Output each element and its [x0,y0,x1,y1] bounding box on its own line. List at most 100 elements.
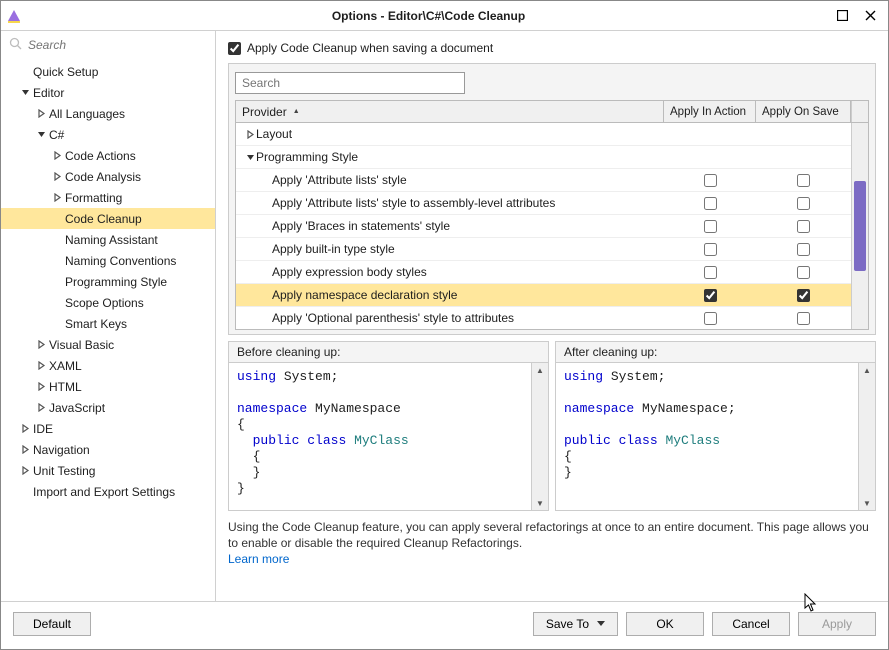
maximize-button[interactable] [828,5,856,27]
after-scrollbar[interactable]: ▲▼ [858,363,875,510]
sidebar-item[interactable]: Programming Style [1,271,215,292]
apply-in-action-checkbox[interactable] [704,312,717,325]
apply-in-action-checkbox[interactable] [704,289,717,302]
apply-on-save-checkbox[interactable]: Apply Code Cleanup when saving a documen… [228,39,876,57]
provider-row[interactable]: Apply 'Attribute lists' style to assembl… [236,192,851,215]
apply-on-save-checkbox[interactable] [797,174,810,187]
sidebar-item-label: Unit Testing [33,464,95,478]
app-icon [5,7,23,25]
expand-arrow-icon [19,423,31,435]
provider-label: Apply namespace declaration style [272,288,457,302]
apply-on-save-checkbox[interactable] [797,197,810,210]
sidebar-item[interactable]: XAML [1,355,215,376]
provider-scrollbar[interactable] [851,123,868,329]
sidebar-item-label: Import and Export Settings [33,485,175,499]
apply-in-action-checkbox[interactable] [704,174,717,187]
sidebar-item-label: Naming Conventions [65,254,176,268]
provider-search-input[interactable] [235,72,465,94]
footer-text: Using the Code Cleanup feature, you can … [228,520,869,550]
sidebar-item[interactable]: Naming Assistant [1,229,215,250]
after-title: After cleaning up: [556,342,875,362]
learn-more-link[interactable]: Learn more [228,552,289,566]
apply-button[interactable]: Apply [798,612,876,636]
sidebar-item[interactable]: Visual Basic [1,334,215,355]
header-provider[interactable]: Provider▲ [236,101,664,122]
provider-group-row[interactable]: Layout [236,123,851,146]
sidebar-item-label: Navigation [33,443,90,457]
cancel-button[interactable]: Cancel [712,612,790,636]
expand-arrow-icon [35,129,47,141]
sidebar-item[interactable]: All Languages [1,103,215,124]
options-tree[interactable]: Quick Setup Editor All LanguagesC# Code Act… [1,59,215,601]
sidebar-item[interactable]: Navigation [1,439,215,460]
sidebar-item[interactable]: Code Cleanup [1,208,215,229]
sidebar-item-label: Naming Assistant [65,233,158,247]
provider-row[interactable]: Apply 'Optional parenthesis' style to at… [236,307,851,329]
provider-label: Apply built-in type style [272,242,395,256]
expand-arrow-icon [19,66,31,78]
sidebar-item[interactable]: Import and Export Settings [1,481,215,502]
provider-row[interactable]: Apply namespace declaration style [236,284,851,307]
provider-row[interactable]: Apply built-in type style [236,238,851,261]
sidebar-item-label: Smart Keys [65,317,127,331]
sidebar-item[interactable]: Naming Conventions [1,250,215,271]
sidebar-item[interactable]: JavaScript [1,397,215,418]
sidebar-item[interactable]: HTML [1,376,215,397]
search-icon [9,37,25,53]
apply-on-save-label: Apply Code Cleanup when saving a documen… [247,41,493,55]
apply-in-action-checkbox[interactable] [704,266,717,279]
provider-group-row[interactable]: Programming Style [236,146,851,169]
provider-label: Apply 'Optional parenthesis' style to at… [272,311,514,325]
sidebar-search-input[interactable] [28,38,207,52]
sidebar-item[interactable]: Scope Options [1,292,215,313]
default-button[interactable]: Default [13,612,91,636]
sidebar-item[interactable]: C# [1,124,215,145]
apply-on-save-checkbox[interactable] [797,243,810,256]
sidebar-item[interactable]: Editor [1,82,215,103]
apply-in-action-checkbox[interactable] [704,220,717,233]
apply-in-action-checkbox[interactable] [704,197,717,210]
apply-on-save-checkbox[interactable] [797,312,810,325]
sidebar-item-label: HTML [49,380,82,394]
expand-arrow-icon [19,486,31,498]
sidebar-item[interactable]: IDE [1,418,215,439]
apply-on-save-checkbox[interactable] [797,220,810,233]
apply-on-save-checkbox[interactable] [797,289,810,302]
sidebar-item[interactable]: Formatting [1,187,215,208]
ok-button[interactable]: OK [626,612,704,636]
sidebar-item[interactable]: Code Actions [1,145,215,166]
apply-in-action-checkbox[interactable] [704,243,717,256]
provider-row[interactable]: Apply 'Braces in statements' style [236,215,851,238]
provider-label: Programming Style [256,150,358,164]
expand-arrow-icon [51,297,63,309]
sidebar-item-label: IDE [33,422,53,436]
expand-arrow-icon [244,128,256,140]
expand-arrow-icon [35,339,47,351]
save-to-button[interactable]: Save To [533,612,618,636]
provider-row[interactable]: Apply 'Attribute lists' style [236,169,851,192]
sidebar-item-label: Code Cleanup [65,212,142,226]
header-apply-on-save[interactable]: Apply On Save [756,101,851,122]
sidebar-item[interactable]: Smart Keys [1,313,215,334]
sidebar-item[interactable]: Code Analysis [1,166,215,187]
sidebar-item-label: Visual Basic [49,338,114,352]
close-button[interactable] [856,5,884,27]
sidebar-item-label: Quick Setup [33,65,98,79]
sidebar-item-label: JavaScript [49,401,105,415]
expand-arrow-icon [51,276,63,288]
window-title: Options - Editor\C#\Code Cleanup [29,9,828,23]
expand-arrow-icon [35,360,47,372]
apply-on-save-checkbox[interactable] [797,266,810,279]
expand-arrow-icon [51,213,63,225]
before-scrollbar[interactable]: ▲▼ [531,363,548,510]
expand-arrow-icon [244,151,256,163]
sidebar-item[interactable]: Quick Setup [1,61,215,82]
sidebar-item[interactable]: Unit Testing [1,460,215,481]
expand-arrow-icon [35,108,47,120]
sidebar-item-label: Editor [33,86,64,100]
expand-arrow-icon [35,381,47,393]
header-apply-in-action[interactable]: Apply In Action [664,101,756,122]
provider-row[interactable]: Apply expression body styles [236,261,851,284]
provider-label: Apply 'Braces in statements' style [272,219,450,233]
sidebar-item-label: Code Actions [65,149,136,163]
